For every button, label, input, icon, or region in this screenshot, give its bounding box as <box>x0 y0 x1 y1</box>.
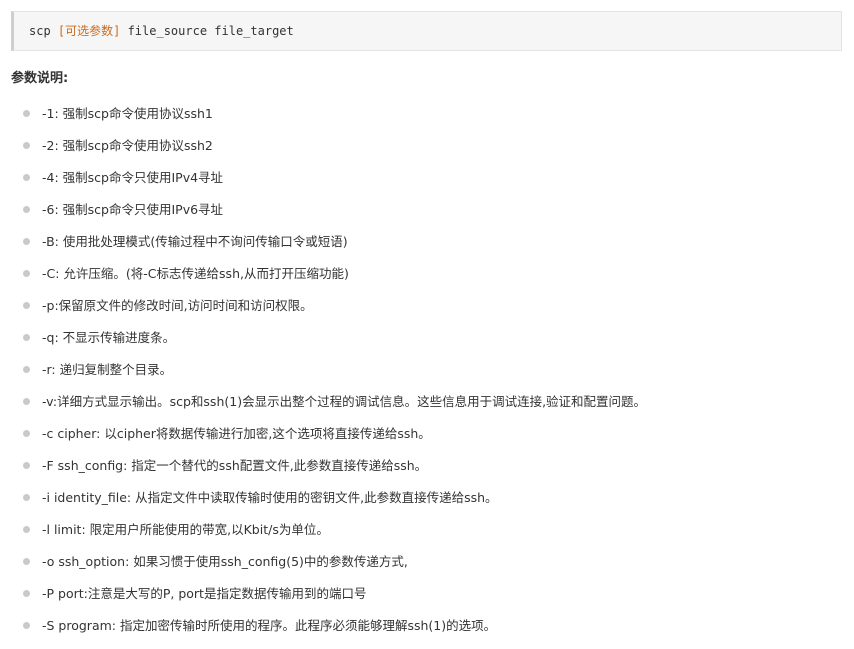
list-item: -1: 强制scp命令使用协议ssh1 <box>0 98 854 130</box>
code-block: scp [可选参数] file_source file_target <box>11 11 842 51</box>
list-item: -C: 允许压缩。(将-C标志传递给ssh,从而打开压缩功能) <box>0 258 854 290</box>
bullet-icon <box>23 590 30 597</box>
code-command: scp <box>29 24 58 38</box>
list-item: -q: 不显示传输进度条。 <box>0 322 854 354</box>
bullet-icon <box>23 494 30 501</box>
code-line: scp [可选参数] file_source file_target <box>29 23 294 39</box>
bullet-icon <box>23 334 30 341</box>
article-page: scp [可选参数] file_source file_target 参数说明:… <box>0 0 854 649</box>
param-text: -P port:注意是大写的P, port是指定数据传输用到的端口号 <box>42 586 367 601</box>
bullet-icon <box>23 398 30 405</box>
param-text: -B: 使用批处理模式(传输过程中不询问传输口令或短语) <box>42 234 348 249</box>
bullet-icon <box>23 270 30 277</box>
bullet-icon <box>23 238 30 245</box>
list-item: -2: 强制scp命令使用协议ssh2 <box>0 130 854 162</box>
bullet-icon <box>23 142 30 149</box>
param-text: -6: 强制scp命令只使用IPv6寻址 <box>42 202 224 217</box>
list-item: -i identity_file: 从指定文件中读取传输时使用的密钥文件,此参数… <box>0 482 854 514</box>
code-optional-params: [可选参数] <box>57 24 121 38</box>
param-text: -q: 不显示传输进度条。 <box>42 330 176 345</box>
param-text: -F ssh_config: 指定一个替代的ssh配置文件,此参数直接传递给ss… <box>42 458 428 473</box>
bullet-icon <box>23 558 30 565</box>
list-item: -4: 强制scp命令只使用IPv4寻址 <box>0 162 854 194</box>
list-item: -v:详细方式显示输出。scp和ssh(1)会显示出整个过程的调试信息。这些信息… <box>0 386 854 418</box>
list-item: -P port:注意是大写的P, port是指定数据传输用到的端口号 <box>0 578 854 610</box>
list-item: -l limit: 限定用户所能使用的带宽,以Kbit/s为单位。 <box>0 514 854 546</box>
list-item: -p:保留原文件的修改时间,访问时间和访问权限。 <box>0 290 854 322</box>
list-item: -c cipher: 以cipher将数据传输进行加密,这个选项将直接传递给ss… <box>0 418 854 450</box>
bullet-icon <box>23 302 30 309</box>
param-text: -o ssh_option: 如果习惯于使用ssh_config(5)中的参数传… <box>42 554 408 569</box>
list-item: -6: 强制scp命令只使用IPv6寻址 <box>0 194 854 226</box>
list-item: -S program: 指定加密传输时所使用的程序。此程序必须能够理解ssh(1… <box>0 610 854 642</box>
param-text: -2: 强制scp命令使用协议ssh2 <box>42 138 213 153</box>
param-text: -4: 强制scp命令只使用IPv4寻址 <box>42 170 224 185</box>
list-item: -r: 递归复制整个目录。 <box>0 354 854 386</box>
param-text: -l limit: 限定用户所能使用的带宽,以Kbit/s为单位。 <box>42 522 329 537</box>
param-text: -c cipher: 以cipher将数据传输进行加密,这个选项将直接传递给ss… <box>42 426 431 441</box>
param-text: -S program: 指定加密传输时所使用的程序。此程序必须能够理解ssh(1… <box>42 618 497 633</box>
bullet-icon <box>23 366 30 373</box>
bullet-icon <box>23 206 30 213</box>
param-list: -1: 强制scp命令使用协议ssh1 -2: 强制scp命令使用协议ssh2 … <box>0 98 854 642</box>
section-title: 参数说明: <box>11 71 69 86</box>
bullet-icon <box>23 110 30 117</box>
bullet-icon <box>23 526 30 533</box>
param-text: -C: 允许压缩。(将-C标志传递给ssh,从而打开压缩功能) <box>42 266 349 281</box>
param-text: -i identity_file: 从指定文件中读取传输时使用的密钥文件,此参数… <box>42 490 498 505</box>
param-text: -1: 强制scp命令使用协议ssh1 <box>42 106 213 121</box>
bullet-icon <box>23 462 30 469</box>
param-text: -r: 递归复制整个目录。 <box>42 362 173 377</box>
bullet-icon <box>23 430 30 437</box>
list-item: -o ssh_option: 如果习惯于使用ssh_config(5)中的参数传… <box>0 546 854 578</box>
param-text: -v:详细方式显示输出。scp和ssh(1)会显示出整个过程的调试信息。这些信息… <box>42 394 647 409</box>
param-text: -p:保留原文件的修改时间,访问时间和访问权限。 <box>42 298 313 313</box>
bullet-icon <box>23 622 30 629</box>
list-item: -F ssh_config: 指定一个替代的ssh配置文件,此参数直接传递给ss… <box>0 450 854 482</box>
code-arguments: file_source file_target <box>120 24 294 38</box>
bullet-icon <box>23 174 30 181</box>
list-item: -B: 使用批处理模式(传输过程中不询问传输口令或短语) <box>0 226 854 258</box>
